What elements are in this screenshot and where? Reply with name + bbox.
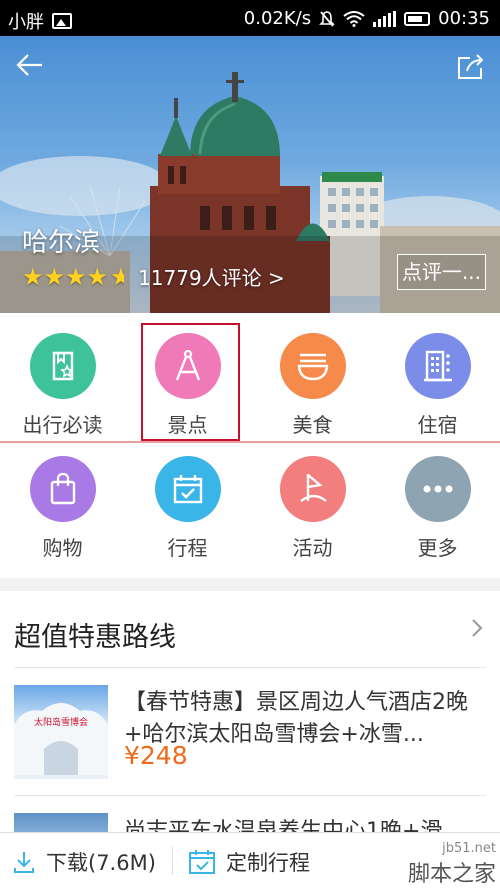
- deal-routes-section: 超值特惠路线 太阳岛雪博会 【春节特惠】景区周边人气酒店2晚+哈尔滨太阳岛雪博会…: [0, 591, 500, 853]
- section-more-button[interactable]: [470, 617, 484, 643]
- mute-icon: [319, 10, 336, 27]
- more-icon: [404, 456, 471, 522]
- category-food[interactable]: 美食: [250, 333, 375, 438]
- selection-highlight: [141, 323, 240, 441]
- bottom-action-bar: 下载(7.6M) 定制行程 jb51.net 脚本之家: [0, 832, 500, 889]
- back-button[interactable]: [14, 50, 44, 86]
- write-review-button[interactable]: 点评一...: [396, 254, 486, 290]
- calendar-icon: [189, 850, 215, 874]
- category-lodging[interactable]: 住宿: [375, 333, 500, 438]
- watermark-url: jb51.net: [442, 841, 496, 856]
- review-count-link[interactable]: 11779人评论 >: [138, 262, 285, 291]
- carrier-name: 小胖: [8, 12, 44, 33]
- flag-icon: [279, 456, 346, 522]
- back-arrow-icon: [16, 54, 42, 76]
- half-star-icon: ★: [110, 263, 125, 290]
- custom-itinerary-label: 定制行程: [226, 851, 310, 875]
- divider: [172, 847, 173, 875]
- wifi-icon: [343, 10, 365, 27]
- status-bar: 小胖 0.02K/s 00:35: [0, 0, 500, 36]
- download-label: 下载(7.6M): [46, 851, 156, 875]
- category-label: 美食: [292, 413, 333, 437]
- battery-icon: [404, 11, 431, 26]
- category-label: 更多: [417, 536, 458, 560]
- download-button[interactable]: 下载(7.6M): [12, 847, 156, 877]
- route-price: ¥248: [124, 741, 188, 770]
- category-activities[interactable]: 活动: [250, 456, 375, 561]
- category-label: 出行必读: [22, 413, 103, 437]
- divider: [14, 795, 486, 796]
- rating-row: ★★★★ ★ 11779人评论 >: [22, 262, 285, 291]
- rating-stars: ★★★★: [22, 262, 109, 291]
- shopping-bag-icon: [29, 456, 96, 522]
- book-star-icon: [29, 333, 96, 399]
- route-thumbnail[interactable]: 太阳岛雪博会: [14, 685, 108, 779]
- city-hero: 哈尔滨 ★★★★ ★ 11779人评论 > 点评一...: [0, 36, 500, 313]
- category-label: 购物: [42, 536, 83, 560]
- city-name: 哈尔滨: [22, 228, 101, 258]
- category-grid: 出行必读 景点 美食 住宿 购物 行程 活动 更多: [0, 313, 500, 578]
- network-speed: 0.02K/s: [243, 8, 312, 29]
- noodle-bowl-icon: [279, 333, 346, 399]
- watermark: jb51.net 脚本之家: [408, 841, 496, 888]
- image-notification-icon: [52, 13, 72, 29]
- calendar-icon: [154, 456, 221, 522]
- share-icon: [458, 54, 484, 79]
- row-divider: [0, 441, 500, 443]
- category-shopping[interactable]: 购物: [0, 456, 125, 561]
- chevron-right-icon: [472, 619, 483, 637]
- signal-icon: [373, 10, 397, 27]
- category-label: 活动: [292, 536, 333, 560]
- watermark-site: 脚本之家: [407, 862, 496, 887]
- download-icon: [14, 852, 34, 873]
- clock: 00:35: [438, 8, 490, 29]
- thumb-sign-text: 太阳岛雪博会: [34, 716, 88, 727]
- category-itinerary[interactable]: 行程: [125, 456, 250, 561]
- hotel-icon: [404, 333, 471, 399]
- category-travel-guide[interactable]: 出行必读: [0, 333, 125, 438]
- divider: [14, 667, 486, 668]
- section-title: 超值特惠路线: [14, 622, 176, 653]
- category-label: 住宿: [417, 413, 458, 437]
- category-label: 行程: [167, 536, 208, 560]
- category-more[interactable]: 更多: [375, 456, 500, 561]
- share-button[interactable]: [456, 52, 486, 84]
- custom-itinerary-button[interactable]: 定制行程: [188, 847, 310, 877]
